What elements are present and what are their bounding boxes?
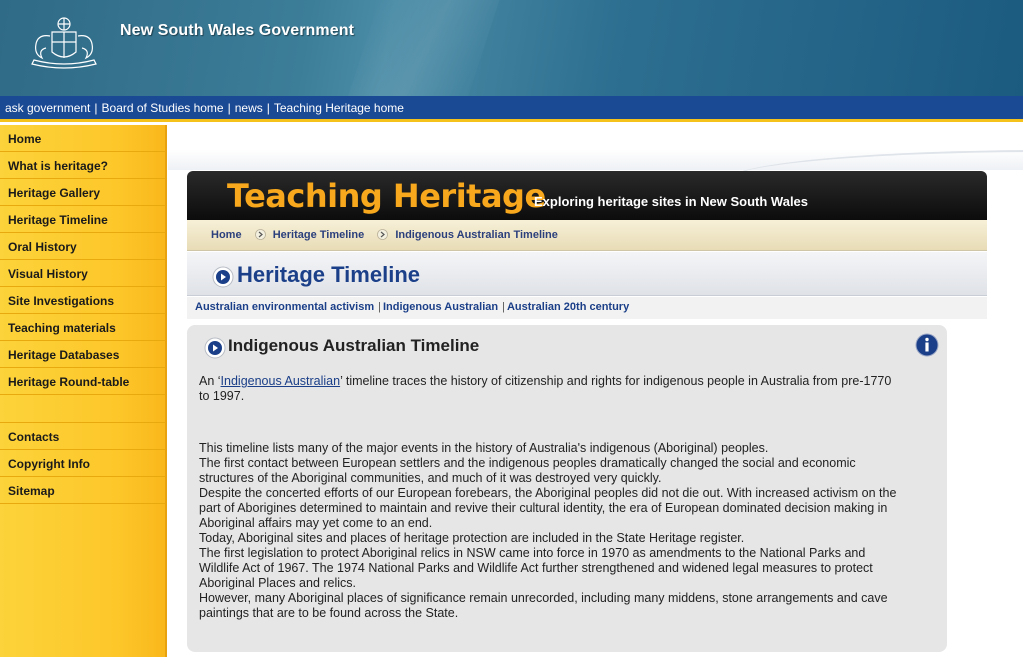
sidebar-item-home[interactable]: Home xyxy=(0,125,165,152)
tab-australian-environmental-activism[interactable]: Australian environmental activism xyxy=(195,301,374,313)
intro-prefix: An ‘ xyxy=(199,374,221,388)
breadcrumb-indigenous-australian-timeline[interactable]: Indigenous Australian Timeline xyxy=(395,229,558,241)
sidebar-item-contacts[interactable]: Contacts xyxy=(0,423,165,450)
tab-australian-20th-century[interactable]: Australian 20th century xyxy=(507,301,629,313)
breadcrumb-home[interactable]: Home xyxy=(211,229,242,241)
body-paragraph: Despite the concerted efforts of our Eur… xyxy=(199,486,897,530)
breadcrumb: Home Heritage Timeline Indigenous Austra… xyxy=(187,220,987,251)
nav-teaching-heritage-home[interactable]: Teaching Heritage home xyxy=(274,101,404,115)
tab-divider: | xyxy=(378,301,381,313)
header-sheen xyxy=(327,0,513,96)
sidebar-item-site-investigations[interactable]: Site Investigations xyxy=(0,287,165,314)
body-paragraph: Today, Aboriginal sites and places of he… xyxy=(199,531,745,545)
indigenous-australian-link[interactable]: Indigenous Australian xyxy=(221,374,341,388)
nsw-coat-of-arms-icon[interactable] xyxy=(24,14,104,72)
body-paragraph: However, many Aboriginal places of signi… xyxy=(199,591,888,620)
banner-title[interactable]: Teaching Heritage xyxy=(227,177,546,215)
info-icon[interactable] xyxy=(915,333,939,357)
section-header: Heritage Timeline xyxy=(187,252,987,296)
sidebar-item-heritage-timeline[interactable]: Heritage Timeline xyxy=(0,206,165,233)
body-paragraph: This timeline lists many of the major ev… xyxy=(199,441,769,455)
section-title: Heritage Timeline xyxy=(237,262,420,287)
panel-title: Indigenous Australian Timeline xyxy=(228,336,480,355)
teaching-heritage-banner: Teaching Heritage Exploring heritage sit… xyxy=(187,171,987,220)
nav-separator: | xyxy=(94,101,98,115)
sidebar-item-heritage-gallery[interactable]: Heritage Gallery xyxy=(0,179,165,206)
breadcrumb-chevron-icon xyxy=(254,229,266,240)
play-bullet-icon xyxy=(212,266,234,288)
body-paragraph: The first contact between European settl… xyxy=(199,456,856,485)
sidebar-spacer xyxy=(0,395,165,423)
timeline-subtabs: Australian environmental activism | Indige… xyxy=(187,297,987,319)
breadcrumb-chevron-icon xyxy=(377,229,389,240)
site-header: New South Wales Government xyxy=(0,0,1023,96)
nav-ask-government[interactable]: ask government xyxy=(5,101,90,115)
sidebar-item-visual-history[interactable]: Visual History xyxy=(0,260,165,287)
content-top-swoosh xyxy=(168,125,1023,170)
nav-board-of-studies-home[interactable]: Board of Studies home xyxy=(102,101,224,115)
play-bullet-icon xyxy=(204,337,226,359)
sidebar-item-teaching-materials[interactable]: Teaching materials xyxy=(0,314,165,341)
tab-divider: | xyxy=(502,301,505,313)
sidebar-item-copyright-info[interactable]: Copyright Info xyxy=(0,450,165,477)
government-title[interactable]: New South Wales Government xyxy=(120,22,354,40)
sidebar: Home What is heritage? Heritage Gallery … xyxy=(0,125,167,657)
sidebar-item-sitemap[interactable]: Sitemap xyxy=(0,477,165,504)
sidebar-item-heritage-round-table[interactable]: Heritage Round-table xyxy=(0,368,165,395)
sidebar-item-oral-history[interactable]: Oral History xyxy=(0,233,165,260)
breadcrumb-heritage-timeline[interactable]: Heritage Timeline xyxy=(273,229,365,241)
body-paragraph: The first legislation to protect Aborigi… xyxy=(199,546,873,590)
banner-subtitle: Exploring heritage sites in New South Wa… xyxy=(534,194,809,209)
nav-news[interactable]: news xyxy=(235,101,263,115)
panel-body: This timeline lists many of the major ev… xyxy=(199,441,899,621)
sidebar-item-what-is-heritage[interactable]: What is heritage? xyxy=(0,152,165,179)
sidebar-item-heritage-databases[interactable]: Heritage Databases xyxy=(0,341,165,368)
panel-intro: An ‘Indigenous Australian’ timeline trac… xyxy=(199,374,899,404)
tab-indigenous-australian[interactable]: Indigenous Australian xyxy=(383,301,498,313)
content-panel: Indigenous Australian Timeline An ‘Indig… xyxy=(187,325,947,652)
nav-separator: | xyxy=(227,101,231,115)
top-navigation: ask government | Board of Studies home | new… xyxy=(0,96,1023,122)
nav-separator: | xyxy=(266,101,270,115)
